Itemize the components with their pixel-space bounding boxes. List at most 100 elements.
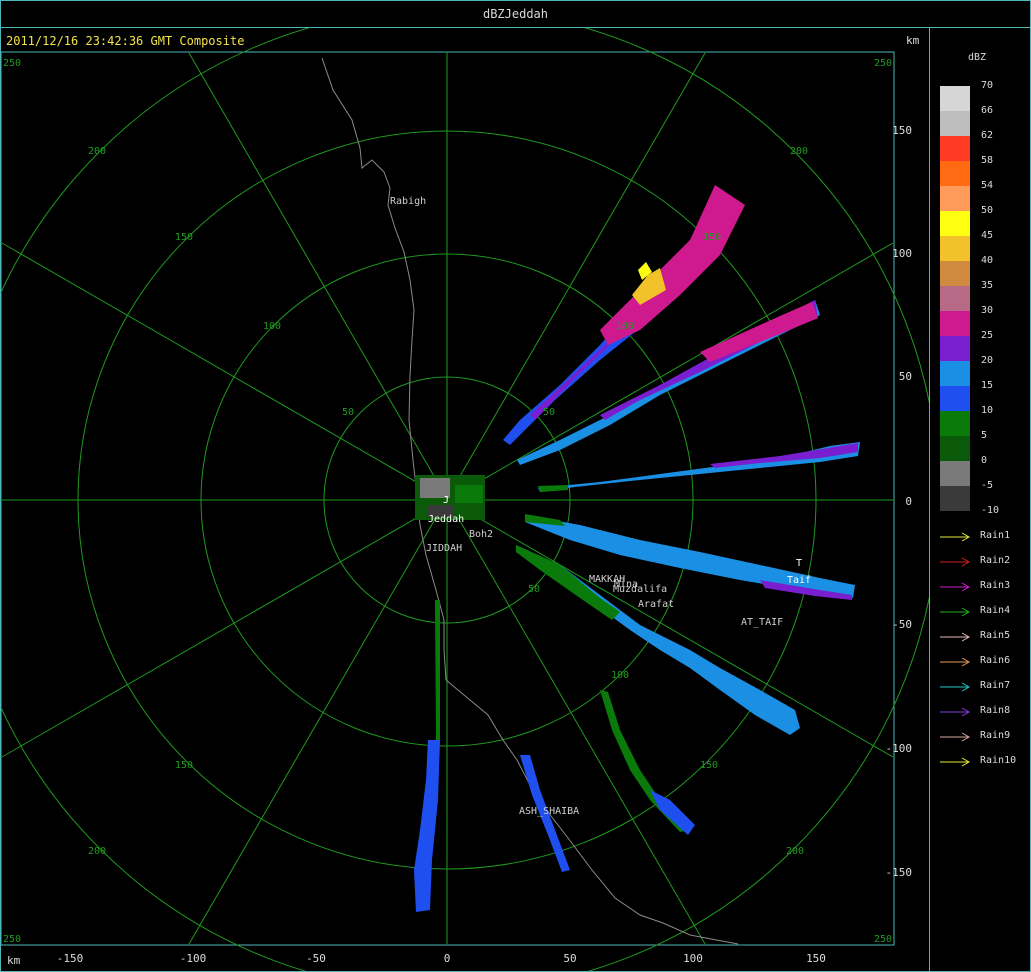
radar-plot[interactable]: 50 100 150 200 250 50 100 150 200 250 50… (0, 28, 929, 972)
arrow-icon (940, 757, 971, 767)
dbz-swatch-label: 70 (981, 80, 994, 91)
arrow-icon (940, 632, 971, 642)
ring-label-150-nw: 150 (175, 232, 193, 243)
ring-label-50-ne: 50 (543, 407, 555, 418)
y-tick: 150 (892, 124, 912, 137)
x-tick: 50 (563, 952, 576, 965)
y-tick: -50 (892, 618, 912, 631)
rain-legend-label: Rain1 (980, 530, 1011, 541)
ring-label-250-ne: 250 (874, 58, 892, 69)
arrow-icon (940, 607, 971, 617)
x-tick: -100 (180, 952, 207, 965)
place-at-taif: AT_TAIF (741, 617, 783, 628)
ring-label-150-se: 150 (700, 760, 718, 771)
dbz-swatch (940, 411, 970, 436)
place-rabigh: Rabigh (390, 196, 426, 207)
rain-legend-label: Rain9 (980, 730, 1011, 741)
echo-strip-south (414, 600, 440, 912)
dbz-swatch (940, 236, 970, 261)
rain-legend-item[interactable]: Rain6 (939, 655, 1029, 669)
ring-label-150-sw: 150 (175, 760, 193, 771)
dbz-swatch (940, 486, 970, 511)
arrow-icon (940, 657, 971, 667)
radar-ppi-display[interactable]: 50 100 150 200 250 50 100 150 200 250 50… (0, 28, 929, 972)
dbz-swatch (940, 211, 970, 236)
place-boh2: Boh2 (469, 529, 493, 540)
y-axis-ticks: 150 100 50 0 -50 -100 -150 (886, 124, 913, 879)
dbz-swatch-label: 66 (981, 105, 994, 116)
dbz-swatch-label: 35 (981, 280, 994, 291)
dbz-swatch-label: 20 (981, 355, 994, 366)
rain-legend-item[interactable]: Rain1 (939, 530, 1029, 544)
arrow-icon (940, 682, 971, 692)
dbz-swatch (940, 261, 970, 286)
arrow-icon (940, 707, 971, 717)
rain-legend-label: Rain2 (980, 555, 1011, 566)
rain-legend-item[interactable]: Rain5 (939, 630, 1029, 644)
ring-label-100-nw: 100 (263, 321, 281, 332)
y-tick: -100 (886, 742, 913, 755)
rain-legend-item[interactable]: Rain3 (939, 580, 1029, 594)
x-tick: 0 (444, 952, 451, 965)
dbz-swatch-label: 5 (981, 430, 988, 441)
rain-legend-item[interactable]: Rain7 (939, 680, 1029, 694)
ring-label-250-sw: 250 (3, 934, 21, 945)
dbz-swatch (940, 336, 970, 361)
x-tick: 100 (683, 952, 703, 965)
echo-strip-ne-lower (517, 300, 820, 465)
dbz-swatch (940, 111, 970, 136)
legend-title: dBZ (968, 52, 987, 63)
ring-label-200-sw: 200 (88, 846, 106, 857)
dbz-swatch (940, 161, 970, 186)
place-jeddah: Jeddah (428, 514, 464, 525)
dbz-swatch (940, 436, 970, 461)
ring-label-100-se: 100 (611, 670, 629, 681)
echo-strip-east (538, 442, 860, 492)
timestamp-title: 2011/12/16 23:42:36 GMT Composite (6, 34, 245, 48)
ring-label-50-se: 50 (528, 584, 540, 595)
rain-legend-item[interactable]: Rain2 (939, 555, 1029, 569)
y-tick: 0 (905, 495, 912, 508)
ring-label-200-se: 200 (786, 846, 804, 857)
rain-legend-label: Rain6 (980, 655, 1011, 666)
dbz-swatch (940, 286, 970, 311)
arrow-icon (940, 532, 971, 542)
ring-label-200-ne: 200 (790, 146, 808, 157)
x-tick: 150 (806, 952, 826, 965)
dbz-swatch-label: 54 (981, 180, 994, 191)
rain-legend-label: Rain10 (980, 755, 1017, 766)
x-tick: -50 (306, 952, 326, 965)
rain-legend-label: Rain4 (980, 605, 1011, 616)
dbz-swatch-label: -5 (981, 480, 994, 491)
ring-label-250-se: 250 (874, 934, 892, 945)
dbz-swatch-label: 62 (981, 130, 994, 141)
dbz-swatch-label: -10 (981, 505, 1000, 516)
dbz-swatch-label: 45 (981, 230, 994, 241)
y-tick: -150 (886, 866, 913, 879)
rain-legend-item[interactable]: Rain8 (939, 705, 1029, 719)
place-muzdalifa: Muzdalifa (613, 584, 667, 595)
radar-site-marker-j: J (443, 495, 449, 506)
dbz-swatch (940, 86, 970, 111)
dbz-swatch-label: 15 (981, 380, 994, 391)
rain-legend-item[interactable]: Rain9 (939, 730, 1029, 744)
unit-label-km: km (906, 34, 920, 47)
arrow-icon (940, 582, 971, 592)
legend-panel: dBZ 70 66 62 58 54 50 45 40 35 30 25 20 15 10 5 0 -5 -10 … (929, 28, 1031, 972)
ring-label-250-nw: 250 (3, 58, 21, 69)
place-arafat: Arafat (638, 599, 674, 610)
dbz-swatch (940, 186, 970, 211)
place-ash-shaiba: ASH_SHAIBA (519, 806, 579, 817)
rain-legend-item[interactable]: Rain4 (939, 605, 1029, 619)
radar-window: dBZ Jeddah 50 100 150 200 250 50 100 150 … (0, 0, 1031, 972)
dbz-swatch-label: 0 (981, 455, 988, 466)
y-tick: 100 (892, 247, 912, 260)
echo-strip-sse (520, 690, 695, 872)
dbz-swatch-label: 30 (981, 305, 994, 316)
dbz-swatch (940, 386, 970, 411)
ring-label-150-ne: 150 (703, 232, 721, 243)
x-axis-ticks: -150 -100 -50 0 50 100 150 (57, 952, 826, 965)
rain-legend-item[interactable]: Rain10 (939, 755, 1029, 769)
ring-label-50-nw: 50 (342, 407, 354, 418)
y-tick: 50 (899, 370, 912, 383)
